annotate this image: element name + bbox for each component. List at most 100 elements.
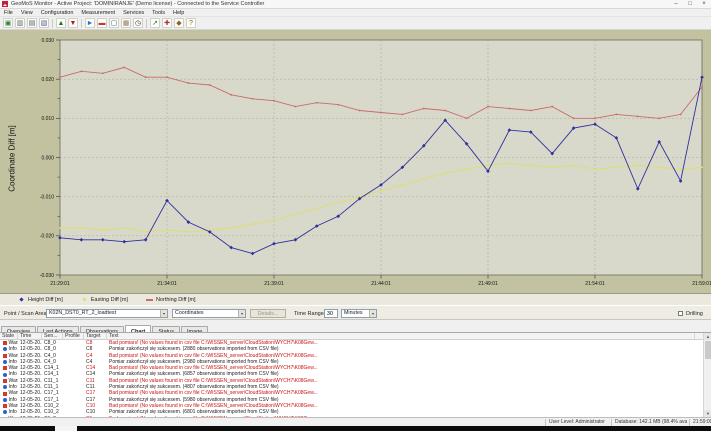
- help-icon[interactable]: ?: [186, 18, 196, 28]
- copy-icon[interactable]: ▥: [15, 18, 25, 28]
- warning-icon: [3, 392, 7, 396]
- minimize-button[interactable]: –: [669, 0, 683, 9]
- analysis-icon[interactable]: ◆: [174, 18, 184, 28]
- geomos-logo-icon: [2, 1, 8, 7]
- status-database: Database: 142.1 MB (98.4% available): [611, 419, 687, 426]
- menu-bar: FileViewConfigurationMeasurementServices…: [0, 9, 711, 17]
- coordinate-diff-chart[interactable]: 0.0300.0200.0100.000-0.010-0.020-0.03021…: [0, 30, 711, 293]
- point-scan-select[interactable]: K02N_DST0_RT_2_loadtest ▾: [46, 309, 168, 318]
- time-unit-value: Minutes: [344, 310, 363, 316]
- menu-view[interactable]: View: [17, 10, 37, 16]
- svg-text:21:49:01: 21:49:01: [478, 281, 498, 287]
- maximize-button[interactable]: □: [683, 0, 697, 9]
- clock-icon[interactable]: ◷: [133, 18, 143, 28]
- menu-services[interactable]: Services: [119, 10, 148, 16]
- warning-icon: [3, 366, 7, 370]
- monitor-icon[interactable]: ▢: [109, 18, 119, 28]
- taskbar-button[interactable]: [55, 426, 77, 431]
- scroll-down-icon[interactable]: ▼: [704, 410, 711, 417]
- svg-text:-0.030: -0.030: [40, 273, 54, 279]
- drilling-label: Drilling: [686, 311, 703, 317]
- column-header-target[interactable]: Target: [84, 333, 107, 339]
- svg-text:21:54:01: 21:54:01: [585, 281, 605, 287]
- info-icon: [3, 360, 7, 364]
- info-icon: [3, 347, 7, 351]
- drilling-checkbox[interactable]: [678, 311, 683, 316]
- info-icon: [3, 373, 7, 377]
- column-header-sen[interactable]: Sen...: [42, 333, 63, 339]
- sensor-stop-icon[interactable]: ▼: [68, 18, 78, 28]
- status-user-level: User Level: Administrator: [545, 419, 609, 426]
- view-type-value: Coordinates: [175, 310, 204, 316]
- title-bar: GeoMoS Monitor - Active Project: 'DOMINI…: [0, 0, 711, 9]
- scroll-up-icon[interactable]: ▲: [704, 333, 711, 340]
- print-icon[interactable]: ▤: [27, 18, 37, 28]
- svg-text:21:34:01: 21:34:01: [157, 281, 177, 287]
- svg-text:0.000: 0.000: [41, 155, 54, 161]
- log-table: StateTimeSen...ProfileTargetText Warning…: [0, 333, 711, 417]
- menu-file[interactable]: File: [0, 10, 17, 16]
- svg-text:0.010: 0.010: [41, 116, 54, 122]
- export-icon[interactable]: ↗: [150, 18, 160, 28]
- legend-dot-icon: [81, 297, 88, 302]
- pause-icon[interactable]: ▬: [97, 18, 107, 28]
- status-clock: 21:59:00: [689, 419, 711, 426]
- app-window: GeoMoS Monitor - Active Project: 'DOMINI…: [0, 0, 711, 431]
- report-icon[interactable]: ▧: [39, 18, 49, 28]
- sensor-start-icon[interactable]: ▲: [56, 18, 66, 28]
- column-header-state[interactable]: State: [0, 333, 18, 339]
- column-header-time[interactable]: Time: [18, 333, 42, 339]
- toolbar: ▣▥▤▧ ▲▼ ►▬▢▦◷ ↗✚◆?: [0, 17, 711, 30]
- info-icon: [3, 385, 7, 389]
- view-type-select[interactable]: Coordinates ▾: [172, 309, 246, 318]
- legend-item: Northing Diff [m]: [146, 297, 196, 303]
- details-button[interactable]: Details...: [250, 309, 286, 318]
- chevron-down-icon: ▾: [369, 310, 376, 317]
- new-project-icon[interactable]: ▣: [3, 18, 13, 28]
- svg-text:21:39:01: 21:39:01: [264, 281, 284, 287]
- info-icon: [3, 398, 7, 402]
- taskbar: [0, 426, 711, 431]
- y-axis-title: Coordinate Diff [m]: [8, 89, 17, 229]
- legend-item: Easting Diff [m]: [81, 297, 128, 303]
- chart-controls: Point / Scan Area: K02N_DST0_RT_2_loadte…: [0, 305, 711, 320]
- close-button[interactable]: ×: [697, 0, 711, 9]
- grid-view-icon[interactable]: ▦: [121, 18, 131, 28]
- status-bar: User Level: Administrator Database: 142.…: [0, 417, 711, 426]
- table-scrollbar[interactable]: ▲ ▼: [703, 333, 711, 417]
- time-range-input[interactable]: [324, 309, 338, 318]
- tools-icon[interactable]: ✚: [162, 18, 172, 28]
- legend-label: Northing Diff [m]: [156, 297, 196, 303]
- point-scan-label: Point / Scan Area:: [4, 311, 48, 317]
- log-table-header: StateTimeSen...ProfileTargetText: [0, 333, 703, 340]
- info-icon: [3, 410, 7, 414]
- chart-region: 0.0300.0200.0100.000-0.010-0.020-0.03021…: [0, 30, 711, 293]
- menu-help[interactable]: Help: [169, 10, 188, 16]
- warning-icon: [3, 341, 7, 345]
- legend-label: Easting Diff [m]: [91, 297, 128, 303]
- scrollbar-thumb[interactable]: [705, 341, 711, 359]
- chevron-down-icon: ▾: [238, 310, 245, 317]
- svg-text:21:44:01: 21:44:01: [371, 281, 391, 287]
- run-measurement-icon[interactable]: ►: [85, 18, 95, 28]
- log-table-rows: Warning12-05-20...C8_0C8Bad pomiars! (No…: [0, 340, 703, 417]
- point-scan-value: K02N_DST0_RT_2_loadtest: [49, 310, 116, 316]
- chart-legend: Height Diff [m] Easting Diff [m] Northing …: [0, 293, 711, 305]
- time-unit-select[interactable]: Minutes ▾: [341, 309, 377, 318]
- svg-text:-0.020: -0.020: [40, 234, 54, 240]
- menu-tools[interactable]: Tools: [148, 10, 169, 16]
- column-header-text[interactable]: Text: [107, 333, 695, 339]
- menu-measurement[interactable]: Measurement: [77, 10, 119, 16]
- column-header-profile[interactable]: Profile: [63, 333, 84, 339]
- toolbar-separator: [81, 19, 82, 28]
- time-range-label: Time Range:: [294, 311, 325, 317]
- legend-item: Height Diff [m]: [18, 297, 63, 303]
- menu-configuration[interactable]: Configuration: [37, 10, 78, 16]
- view-tabs: OverviewLast ActionsObservationsChartSta…: [0, 320, 711, 333]
- svg-text:0.020: 0.020: [41, 77, 54, 83]
- warning-icon: [3, 354, 7, 358]
- warning-icon: [3, 404, 7, 408]
- legend-dash-icon: [146, 297, 153, 302]
- legend-diamond-icon: [18, 297, 25, 302]
- toolbar-separator: [146, 19, 147, 28]
